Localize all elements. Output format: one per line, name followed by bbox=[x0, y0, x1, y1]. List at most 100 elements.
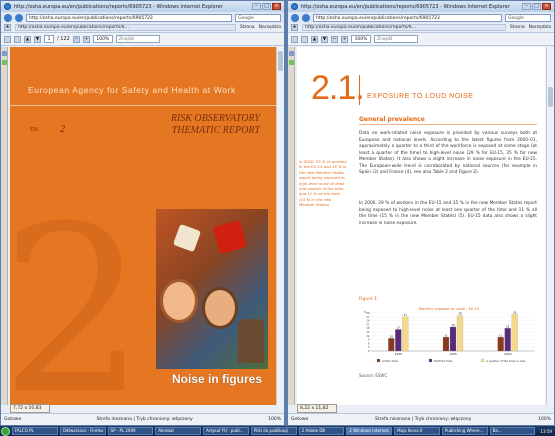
security-zone: Strefa nieznana | Tryb chroniony: włączo… bbox=[96, 417, 193, 422]
taskbar-item[interactable]: Odtwarzacz - Firefox bbox=[59, 427, 106, 435]
report-cover: 2 European Agency for Safety and Health … bbox=[10, 47, 276, 405]
prev-page-icon[interactable]: ▲ bbox=[311, 35, 318, 43]
tab-current[interactable]: http://osha.europa.eu/en/publications/re… bbox=[302, 24, 506, 31]
chart-title: Workers exposed to noise - EU 15 bbox=[419, 307, 479, 311]
scroll-thumb[interactable] bbox=[548, 87, 553, 107]
back-icon[interactable] bbox=[4, 13, 12, 22]
url-field[interactable]: http://osha.europa.eu/en/publications/re… bbox=[26, 13, 232, 22]
prev-page-icon[interactable]: ▲ bbox=[24, 35, 31, 43]
bar bbox=[395, 329, 402, 352]
vertical-scrollbar[interactable] bbox=[546, 47, 554, 405]
maximize-button[interactable]: □ bbox=[262, 3, 271, 10]
taskbar: FALCO PL Odtwarzacz - Firefox SP - PL 20… bbox=[0, 426, 555, 436]
taskbar-item[interactable]: FALCO PL bbox=[12, 427, 58, 435]
x-tick-label: 1995 bbox=[449, 352, 457, 356]
zoom-select[interactable]: 100% bbox=[351, 35, 371, 43]
find-input[interactable]: Znajdź bbox=[115, 35, 160, 43]
command-strona[interactable]: Strona bbox=[240, 25, 255, 30]
page-number-input[interactable]: 1 bbox=[44, 35, 54, 43]
status-zoom[interactable]: 100% bbox=[268, 417, 281, 422]
bar bbox=[442, 336, 450, 352]
y-tick-label: 6 bbox=[368, 341, 370, 345]
taskbar-item[interactable]: Artykuł YU - publ... bbox=[203, 427, 249, 435]
save-icon[interactable] bbox=[291, 35, 298, 43]
minimize-button[interactable]: – bbox=[522, 3, 531, 10]
data-label: 18 bbox=[506, 324, 510, 328]
next-page-icon[interactable]: ▼ bbox=[321, 35, 328, 43]
scroll-thumb[interactable] bbox=[278, 51, 283, 71]
report-number: 2 bbox=[60, 124, 65, 135]
minimize-button[interactable]: – bbox=[252, 3, 261, 10]
forward-icon[interactable] bbox=[15, 13, 23, 22]
command-narzedzia[interactable]: Narzędzia bbox=[259, 25, 281, 30]
child-photo bbox=[160, 279, 198, 323]
search-input[interactable]: Google bbox=[235, 13, 281, 22]
noise-exposure-chart: Workers exposed to noise - EU 15% 0 3 6 9 12 1… bbox=[359, 305, 539, 367]
legend-swatch bbox=[428, 358, 433, 363]
back-icon[interactable] bbox=[291, 13, 299, 22]
zoom-in-icon[interactable]: + bbox=[82, 35, 90, 43]
taskbar-item[interactable]: 2 Windows Internet... bbox=[346, 427, 393, 435]
start-button[interactable] bbox=[1, 426, 10, 436]
print-icon[interactable] bbox=[14, 35, 21, 43]
tab-current[interactable]: http://osha.europa.eu/en/publications/re… bbox=[15, 24, 236, 31]
pull-quote: In 2000, 29 % of workers in the EU-15 an… bbox=[299, 159, 347, 208]
zoom-out-icon[interactable]: − bbox=[72, 35, 80, 43]
find-input[interactable]: Znajdź bbox=[374, 35, 418, 43]
cover-big-number: 2 bbox=[10, 178, 147, 406]
taskbar-item[interactable]: 2 Adobe DB bbox=[298, 427, 345, 435]
bar bbox=[449, 326, 457, 352]
bar bbox=[388, 338, 395, 352]
next-page-icon[interactable]: ▼ bbox=[34, 35, 41, 43]
language-code: EN bbox=[30, 127, 38, 133]
pages-icon[interactable] bbox=[289, 51, 294, 56]
save-icon[interactable] bbox=[4, 35, 11, 43]
close-button[interactable]: × bbox=[542, 3, 551, 10]
taskbar-item[interactable]: Publishing Where... bbox=[441, 427, 488, 435]
page-size-indicator: 7,72 x 10,83 cale bbox=[10, 404, 50, 418]
taskbar-item[interactable]: SP - PL 2009 bbox=[107, 427, 154, 435]
chart-svg: Workers exposed to noise - EU 15%0369121… bbox=[364, 307, 535, 363]
window-title: http://osha.europa.eu/en/publications/re… bbox=[14, 3, 223, 10]
zoom-out-icon[interactable]: − bbox=[331, 35, 338, 43]
print-icon[interactable] bbox=[301, 35, 308, 43]
thematic-report-label: THEMATIC REPORT bbox=[171, 125, 260, 136]
paragraph-2: In 2000, 29 % of workers in the EU-15 an… bbox=[359, 201, 537, 226]
data-label: 11 bbox=[499, 333, 503, 337]
paragraph-1: Data on work-related noise exposure is p… bbox=[359, 131, 537, 175]
x-tick-label: 1990 bbox=[395, 352, 403, 356]
section-number: 2.1. bbox=[311, 69, 365, 107]
command-narzedzia[interactable]: Narzędzia bbox=[529, 25, 551, 30]
x-tick-label: 2000 bbox=[504, 352, 512, 356]
taskbar-item[interactable]: Pliki do publikacji bbox=[250, 427, 297, 435]
maximize-button[interactable]: □ bbox=[532, 3, 541, 10]
pages-icon[interactable] bbox=[2, 51, 7, 56]
zoom-in-icon[interactable]: + bbox=[341, 35, 348, 43]
page-total: / 122 bbox=[57, 36, 70, 42]
search-input[interactable]: Google bbox=[505, 13, 551, 22]
tab-bar: ★ http://osha.europa.eu/en/publications/… bbox=[1, 23, 284, 33]
title-bar: http://osha.europa.eu/en/publications/re… bbox=[288, 1, 554, 12]
attachments-icon[interactable] bbox=[289, 60, 294, 65]
cover-divider bbox=[10, 105, 276, 106]
favorites-star-icon[interactable]: ★ bbox=[4, 24, 11, 31]
close-button[interactable]: × bbox=[272, 3, 281, 10]
zoom-select[interactable]: 100% bbox=[92, 35, 113, 43]
vertical-scrollbar[interactable] bbox=[276, 47, 284, 405]
pdf-side-panel bbox=[1, 47, 8, 405]
browser-window-left: http://osha.europa.eu/en/publications/re… bbox=[0, 0, 285, 426]
page-size-indicator: 8,22 x 11,82 cale bbox=[297, 404, 337, 418]
forward-icon[interactable] bbox=[302, 13, 310, 22]
url-field[interactable]: http://osha.europa.eu/en/publications/re… bbox=[313, 13, 502, 22]
taskbar-item[interactable]: Akrobat bbox=[155, 427, 202, 435]
favorites-star-icon[interactable]: ★ bbox=[291, 24, 298, 31]
pdf-toolbar: ▲ ▼ 1 / 122 − + 100% Znajdź bbox=[1, 33, 284, 46]
taskbar-item[interactable]: Ba... bbox=[489, 427, 536, 435]
y-tick-label: 15 bbox=[366, 330, 370, 334]
status-zoom[interactable]: 100% bbox=[538, 417, 551, 422]
attachments-icon[interactable] bbox=[2, 60, 7, 65]
command-strona[interactable]: Strona bbox=[510, 25, 525, 30]
bar bbox=[497, 336, 504, 352]
taskbar-item[interactable]: Moja Ikona 0 bbox=[394, 427, 440, 435]
address-bar: http://osha.europa.eu/en/publications/re… bbox=[288, 12, 554, 23]
